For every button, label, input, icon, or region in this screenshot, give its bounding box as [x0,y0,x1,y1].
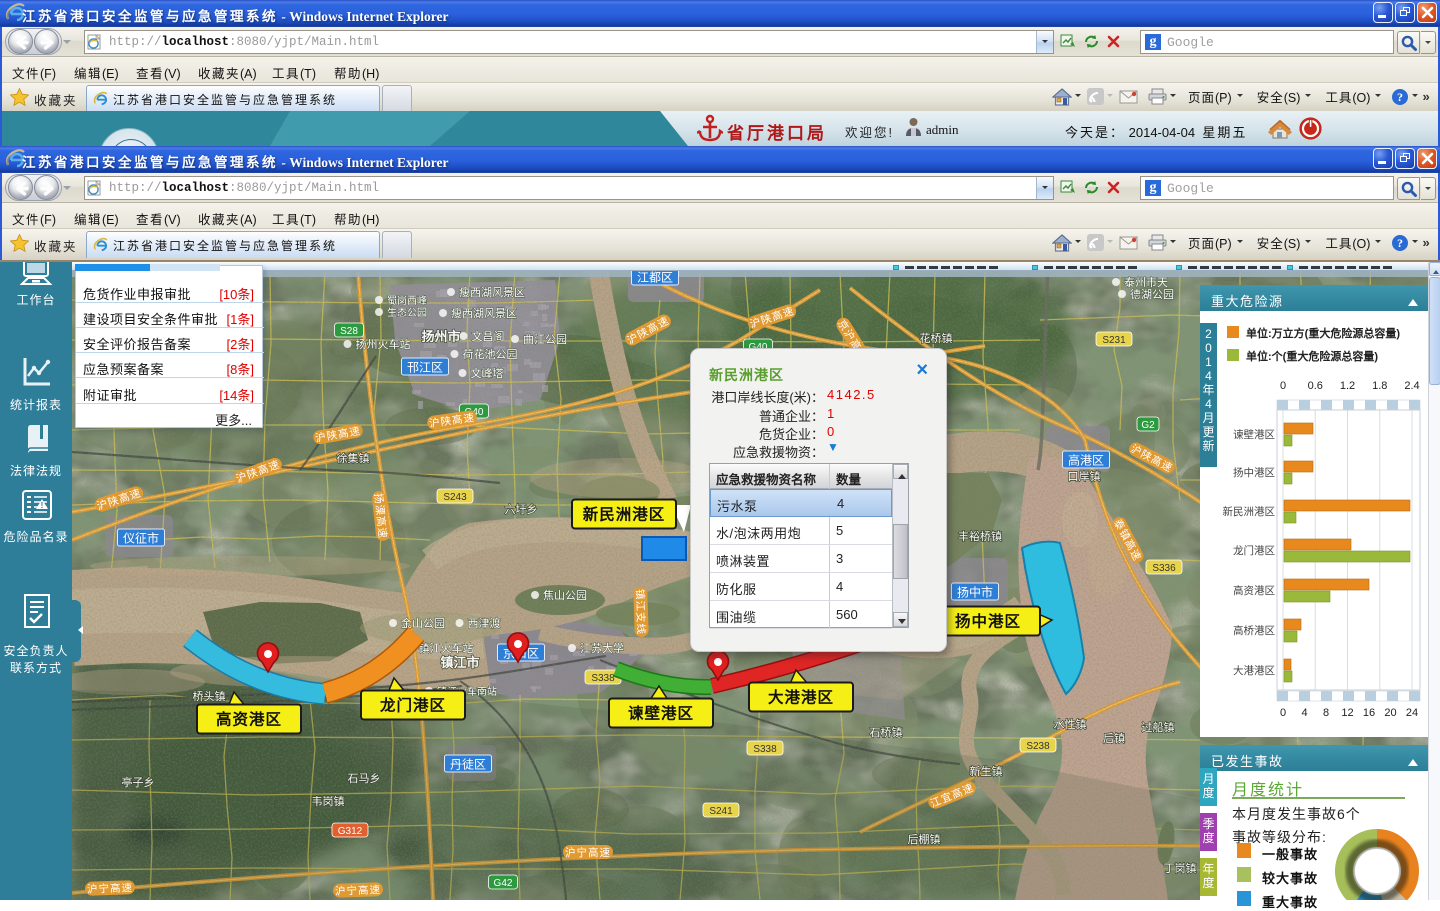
svg-text:后镇: 后镇 [1103,731,1125,745]
svg-text:16: 16 [1363,707,1375,719]
svg-text:8: 8 [1323,707,1329,719]
svg-text:龙门港区: 龙门港区 [379,696,446,715]
svg-text:0: 0 [1280,707,1286,719]
svg-text:沪宁高速: 沪宁高速 [565,846,611,859]
svg-text:G312: G312 [338,826,363,837]
svg-text:新民洲港区: 新民洲港区 [583,505,666,524]
svg-text:曲江公园: 曲江公园 [523,333,567,346]
svg-text:丰裕桥镇: 丰裕桥镇 [958,529,1002,543]
svg-text:蜀岗西峰: 蜀岗西峰 [387,295,427,307]
svg-text:大港港区: 大港港区 [1233,664,1275,677]
svg-text:仪征市: 仪征市 [123,531,159,546]
svg-text:扬州市: 扬州市 [421,329,460,344]
svg-text:亭子乡: 亭子乡 [122,775,155,789]
svg-text:4: 4 [1301,707,1307,719]
svg-text:石马乡: 石马乡 [348,772,381,785]
svg-text:德湖公园: 德湖公园 [1130,287,1174,301]
svg-text:生态公园: 生态公园 [387,306,427,319]
svg-text:韦岗镇: 韦岗镇 [312,794,345,808]
svg-text:12: 12 [1341,707,1353,719]
svg-text:高资港区: 高资港区 [1233,584,1275,597]
svg-text:江苏大学: 江苏大学 [580,641,624,655]
svg-text:后棚镇: 后棚镇 [908,832,941,846]
svg-text:G42: G42 [494,878,513,889]
svg-text:沪宁高速: 沪宁高速 [335,883,381,898]
svg-text:大港港区: 大港港区 [768,688,834,707]
svg-text:口岸镇: 口岸镇 [1068,469,1101,483]
svg-text:文峰塔: 文峰塔 [471,366,504,380]
svg-text:沪宁高速: 沪宁高速 [87,881,133,896]
svg-text:S28: S28 [340,326,358,337]
svg-text:1.8: 1.8 [1372,380,1387,392]
svg-text:丁岗镇: 丁岗镇 [1164,861,1197,875]
svg-text:过船镇: 过船镇 [1142,720,1175,734]
svg-text:S243: S243 [443,492,467,503]
svg-text:!: ! [41,501,44,510]
svg-text:S338: S338 [591,673,615,684]
svg-text:S238: S238 [1026,741,1050,752]
svg-text:谏壁港区: 谏壁港区 [1233,428,1275,441]
svg-text:水性镇: 水性镇 [1054,717,1087,731]
svg-text:镇江支线: 镇江支线 [633,589,648,635]
svg-text:扬中港区: 扬中港区 [955,612,1021,631]
svg-text:1.2: 1.2 [1340,380,1355,392]
svg-text:文昌阁: 文昌阁 [472,329,505,343]
svg-text:西津渡: 西津渡 [468,616,501,630]
svg-text:邗江区: 邗江区 [407,361,443,375]
svg-text:高港区: 高港区 [1068,453,1104,468]
svg-text:石桥镇: 石桥镇 [870,725,903,739]
svg-text:龙门港区: 龙门港区 [1233,544,1275,557]
svg-text:S336: S336 [1152,563,1176,574]
svg-text:镇江火车站: 镇江火车站 [419,641,474,655]
svg-text:谏壁港区: 谏壁港区 [628,704,694,723]
svg-text:瘦西湖风景区: 瘦西湖风景区 [459,285,525,299]
svg-text:焦山公园: 焦山公园 [543,589,587,602]
svg-text:24: 24 [1406,707,1418,719]
svg-text:S241: S241 [709,806,733,817]
svg-text:0.6: 0.6 [1308,380,1323,392]
svg-text:桥头镇: 桥头镇 [193,689,226,703]
svg-text:新民洲港区: 新民洲港区 [1223,505,1276,518]
svg-text:?: ? [1397,90,1403,104]
svg-text:S338: S338 [753,744,777,755]
svg-text:瘦西湖风景区: 瘦西湖风景区 [451,306,517,320]
svg-text:丹徒区: 丹徒区 [450,758,486,772]
svg-text:新生镇: 新生镇 [970,764,1003,778]
svg-text:S231: S231 [1102,335,1126,346]
svg-text:高桥港区: 高桥港区 [1233,624,1275,637]
svg-text:扬州火车站: 扬州火车站 [356,337,411,351]
svg-text:G2: G2 [1141,420,1155,431]
svg-text:扬中市: 扬中市 [957,585,993,600]
svg-text:荷花池公园: 荷花池公园 [463,348,518,361]
svg-text:花桥镇: 花桥镇 [920,331,953,345]
svg-text:镇江市: 镇江市 [440,655,479,670]
svg-text:0: 0 [1280,380,1286,392]
svg-text:扬中港区: 扬中港区 [1233,466,1275,479]
svg-text:2.4: 2.4 [1404,380,1419,392]
svg-text:高资港区: 高资港区 [216,710,282,729]
svg-text:徐集镇: 徐集镇 [337,451,370,465]
svg-text:江都区: 江都区 [637,271,673,285]
svg-text:泰州市天: 泰州市天 [1124,275,1168,289]
svg-text:?: ? [1397,236,1403,250]
svg-text:20: 20 [1384,707,1396,719]
svg-text:六圩乡: 六圩乡 [505,503,538,516]
